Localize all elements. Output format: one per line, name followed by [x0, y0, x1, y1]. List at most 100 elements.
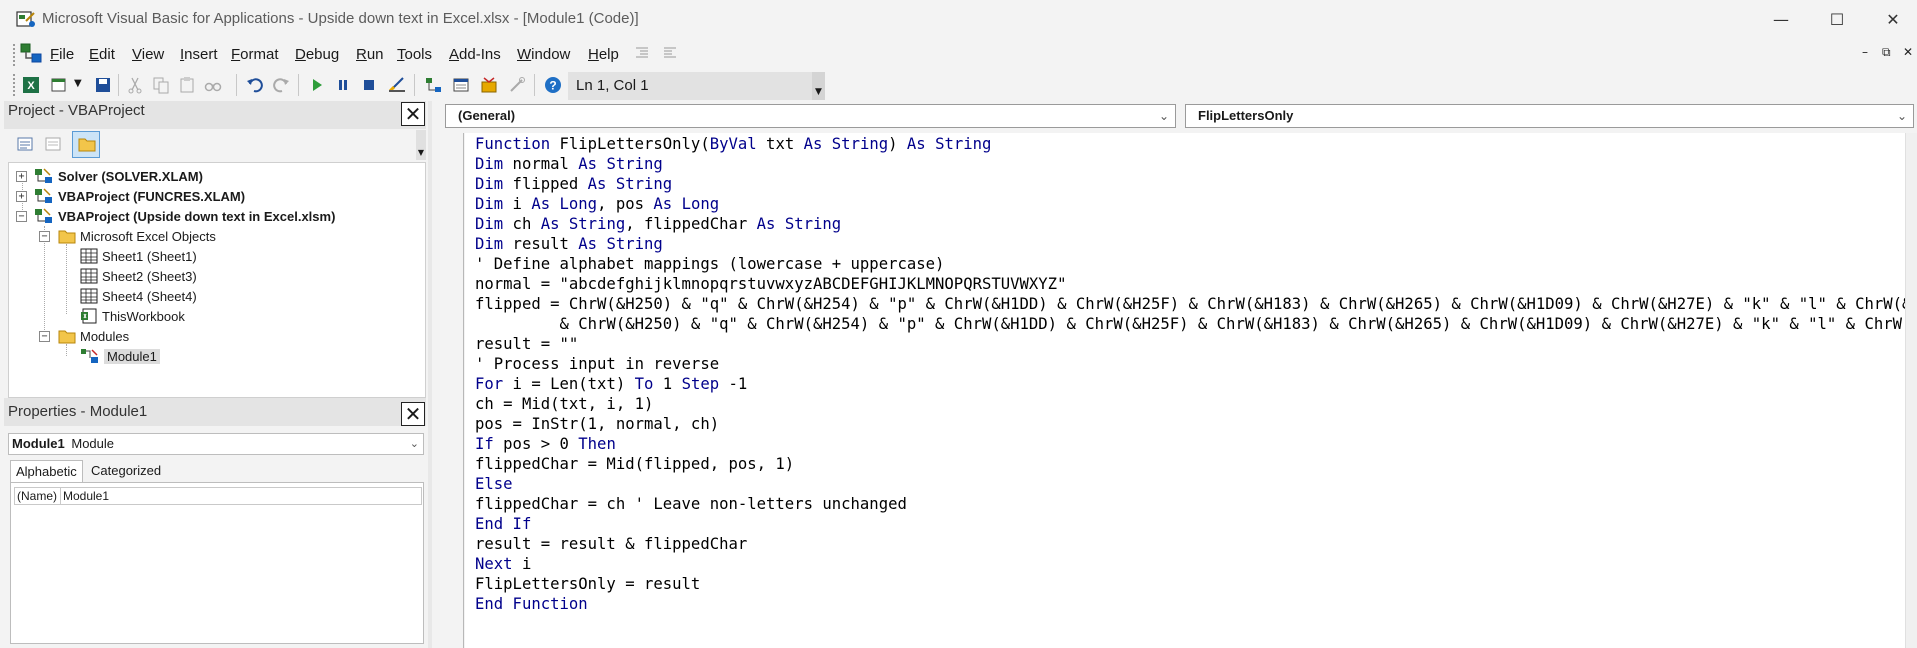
- properties-window-icon[interactable]: [452, 76, 470, 94]
- code-line[interactable]: Dim i As Long, pos As Long: [475, 194, 1907, 214]
- code-line[interactable]: Dim ch As String, flippedChar As String: [475, 214, 1907, 234]
- reset-icon[interactable]: [360, 76, 378, 94]
- cut-icon[interactable]: [126, 76, 144, 94]
- copy-icon[interactable]: [152, 76, 170, 94]
- outdent-icon[interactable]: [662, 45, 678, 61]
- pane-splitter[interactable]: [428, 101, 432, 648]
- code-line[interactable]: End If: [475, 514, 1907, 534]
- excel-icon[interactable]: X: [22, 76, 40, 94]
- folder-icon: [58, 230, 76, 243]
- menu-add-ins[interactable]: Add-Ins: [449, 46, 501, 63]
- menu-window[interactable]: Window: [517, 46, 570, 63]
- find-icon[interactable]: [204, 76, 222, 94]
- project-toolbar-overflow-icon[interactable]: ▼: [416, 130, 426, 160]
- code-line[interactable]: flippedChar = Mid(flipped, pos, 1): [475, 454, 1907, 474]
- code-line[interactable]: normal = "abcdefghijklmnopqrstuvwxyzABCD…: [475, 274, 1907, 294]
- tree-expand-icon[interactable]: +: [16, 191, 27, 202]
- tree-item-modules[interactable]: Modules: [58, 327, 129, 345]
- mdi-minimize-icon[interactable]: –: [1862, 45, 1868, 59]
- menu-tools[interactable]: Tools: [397, 46, 432, 63]
- menu-run[interactable]: Run: [356, 46, 384, 63]
- code-line[interactable]: flipped = ChrW(&H250) & "q" & ChrW(&H254…: [475, 294, 1907, 314]
- menubar-grip[interactable]: [13, 44, 17, 66]
- insert-dropdown-icon[interactable]: ▼: [74, 78, 82, 89]
- excel-code-icon[interactable]: [19, 42, 43, 64]
- toolbar-separator: [298, 74, 299, 96]
- tree-item-solver[interactable]: Solver (SOLVER.XLAM): [34, 167, 203, 185]
- view-object-icon[interactable]: [44, 135, 62, 153]
- code-line[interactable]: Dim flipped As String: [475, 174, 1907, 194]
- indent-icon[interactable]: [634, 45, 650, 61]
- tree-item-funcres[interactable]: VBAProject (FUNCRES.XLAM): [34, 187, 245, 205]
- property-value[interactable]: Module1: [61, 488, 109, 504]
- code-line[interactable]: Dim result As String: [475, 234, 1907, 254]
- tab-alphabetic[interactable]: Alphabetic: [10, 460, 83, 482]
- code-line[interactable]: pos = InStr(1, normal, ch): [475, 414, 1907, 434]
- code-line[interactable]: ' Define alphabet mappings (lowercase + …: [475, 254, 1907, 274]
- code-line[interactable]: & ChrW(&H250) & "q" & ChrW(&H254) & "p" …: [475, 314, 1907, 334]
- code-line[interactable]: Next i: [475, 554, 1907, 574]
- maximize-icon[interactable]: ☐: [1814, 6, 1860, 34]
- toolbox-icon[interactable]: [508, 76, 526, 94]
- menu-format[interactable]: Format: [231, 46, 279, 63]
- tree-item-sheet2[interactable]: Sheet2 (Sheet3): [80, 267, 197, 285]
- tree-item-sheet1[interactable]: Sheet1 (Sheet1): [80, 247, 197, 265]
- code-line[interactable]: result = result & flippedChar: [475, 534, 1907, 554]
- tree-item-excel-objects[interactable]: Microsoft Excel Objects: [58, 227, 216, 245]
- code-margin-indicator-bar[interactable]: [440, 133, 464, 648]
- menu-file[interactable]: File: [50, 46, 74, 63]
- procedure-combo[interactable]: FlipLettersOnly ⌄: [1185, 104, 1914, 128]
- code-line[interactable]: End Function: [475, 594, 1907, 614]
- object-browser-icon[interactable]: [480, 76, 498, 94]
- property-row[interactable]: (Name) Module1: [14, 487, 422, 505]
- code-line[interactable]: Function FlipLettersOnly(ByVal txt As St…: [475, 134, 1907, 154]
- undo-icon[interactable]: [246, 76, 264, 94]
- code-line[interactable]: ' Process input in reverse: [475, 354, 1907, 374]
- object-combo[interactable]: (General) ⌄: [445, 104, 1176, 128]
- view-code-icon[interactable]: [16, 135, 34, 153]
- code-line[interactable]: Dim normal As String: [475, 154, 1907, 174]
- menu-edit[interactable]: Edit: [89, 46, 115, 63]
- close-properties-icon[interactable]: ✕: [401, 402, 425, 426]
- close-project-explorer-icon[interactable]: ✕: [401, 102, 425, 126]
- close-icon[interactable]: ✕: [1870, 6, 1916, 34]
- code-line[interactable]: For i = Len(txt) To 1 Step -1: [475, 374, 1907, 394]
- tree-item-module1[interactable]: Module1: [80, 347, 160, 365]
- mdi-restore-icon[interactable]: ⧉: [1882, 45, 1891, 60]
- menu-insert[interactable]: Insert: [180, 46, 218, 63]
- properties-object-select[interactable]: Module1 Module ⌄: [8, 433, 424, 455]
- paste-icon[interactable]: [178, 76, 196, 94]
- tree-item-vbaproject-workbook[interactable]: VBAProject (Upside down text in Excel.xl…: [34, 207, 335, 225]
- code-line[interactable]: result = "": [475, 334, 1907, 354]
- code-line[interactable]: Else: [475, 474, 1907, 494]
- code-lines[interactable]: Function FlipLettersOnly(ByVal txt As St…: [475, 134, 1907, 648]
- toolbar-overflow-icon[interactable]: ▼: [812, 72, 825, 100]
- mdi-close-icon[interactable]: ✕: [1903, 45, 1913, 59]
- code-line[interactable]: ch = Mid(txt, i, 1): [475, 394, 1907, 414]
- minimize-icon[interactable]: —: [1758, 6, 1804, 34]
- tree-item-sheet4[interactable]: Sheet4 (Sheet4): [80, 287, 197, 305]
- menu-debug[interactable]: Debug: [295, 46, 339, 63]
- menu-view[interactable]: View: [132, 46, 164, 63]
- break-icon[interactable]: [334, 76, 352, 94]
- vertical-scrollbar[interactable]: [1905, 133, 1917, 648]
- menu-help[interactable]: Help: [588, 46, 619, 63]
- code-line[interactable]: If pos > 0 Then: [475, 434, 1907, 454]
- design-mode-icon[interactable]: [388, 76, 406, 94]
- tree-expand-icon[interactable]: +: [16, 171, 27, 182]
- code-line[interactable]: FlipLettersOnly = result: [475, 574, 1907, 594]
- tab-categorized[interactable]: Categorized: [86, 460, 166, 482]
- save-icon[interactable]: [94, 76, 112, 94]
- code-line[interactable]: flippedChar = ch ' Leave non-letters unc…: [475, 494, 1907, 514]
- tree-collapse-icon[interactable]: −: [39, 331, 50, 342]
- tree-collapse-icon[interactable]: −: [39, 231, 50, 242]
- tree-item-thisworkbook[interactable]: ThisWorkbook: [80, 307, 185, 325]
- tree-collapse-icon[interactable]: −: [16, 211, 27, 222]
- code-keyword: As String: [578, 155, 663, 173]
- help-icon[interactable]: ?: [544, 76, 562, 94]
- toolbar-grip[interactable]: [13, 74, 17, 96]
- project-explorer-icon[interactable]: [424, 76, 442, 94]
- redo-icon[interactable]: [272, 76, 290, 94]
- insert-module-icon[interactable]: [50, 76, 68, 94]
- run-icon[interactable]: [308, 76, 326, 94]
